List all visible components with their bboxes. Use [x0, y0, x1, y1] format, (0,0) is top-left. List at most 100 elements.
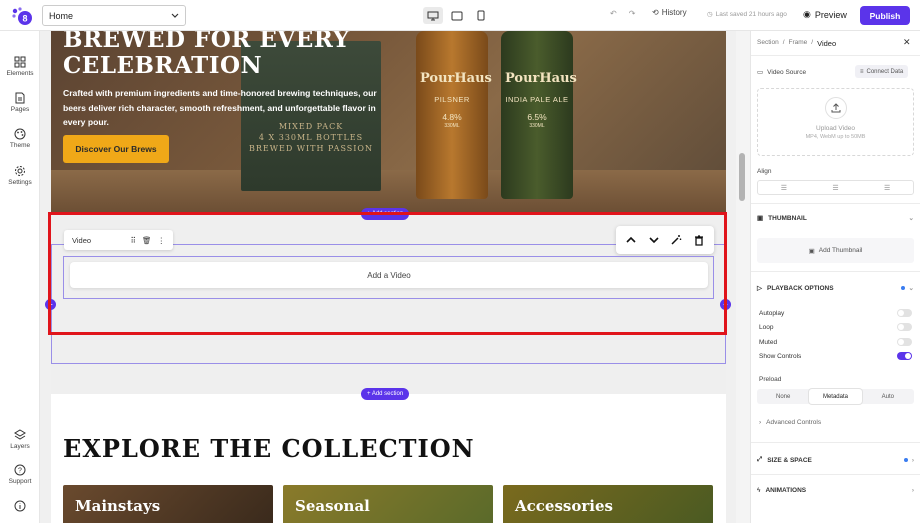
explore-title[interactable]: EXPLORE THE COLLECTION: [63, 434, 475, 463]
preload-auto[interactable]: Auto: [862, 389, 914, 404]
rail-elements[interactable]: Elements: [0, 56, 40, 77]
upload-video-dropzone[interactable]: Upload Video MP4, WebM up to 50MB: [757, 88, 914, 156]
playback-section-header[interactable]: ▷ PLAYBACK OPTIONS ⌄: [757, 284, 914, 293]
explore-section[interactable]: EXPLORE THE COLLECTION Mainstays Seasona…: [51, 394, 726, 523]
rail-settings[interactable]: Settings: [0, 165, 40, 186]
close-icon[interactable]: ✕: [903, 37, 911, 48]
autoplay-label: Autoplay: [759, 309, 785, 317]
rail-elements-label: Elements: [6, 70, 34, 77]
align-center-icon[interactable]: ☰: [810, 181, 862, 194]
size-space-section-header[interactable]: ⤢ SIZE & SPACE ›: [757, 456, 914, 464]
bottle-label: PourHaus PILSNER 4.8% 330ML: [420, 71, 492, 129]
redo-icon[interactable]: ↷: [629, 9, 636, 18]
breadcrumb-section[interactable]: Section: [757, 39, 779, 48]
collection-card-mainstays[interactable]: Mainstays: [63, 485, 273, 523]
preload-label: Preload: [759, 376, 782, 383]
bottle-volume: 330ML: [529, 123, 545, 129]
lightning-icon: ϟ: [757, 487, 761, 494]
modified-dot: [900, 286, 905, 290]
align-right-icon[interactable]: ☰: [861, 181, 913, 194]
rail-pages[interactable]: Pages: [0, 92, 40, 113]
show-controls-toggle[interactable]: [897, 352, 912, 360]
play-icon: ▷: [757, 285, 762, 292]
desktop-icon: [427, 11, 439, 20]
preview-label: Preview: [814, 9, 847, 20]
scrollbar-thumb[interactable]: [739, 153, 745, 201]
page-select[interactable]: Home: [42, 5, 186, 26]
rail-layers-label: Layers: [10, 443, 30, 450]
history-icon: ⟲: [652, 8, 659, 17]
discover-button[interactable]: Discover Our Brews: [63, 135, 169, 163]
connect-data-button[interactable]: ≡ Connect Data: [855, 65, 909, 78]
card-label: Seasonal: [295, 497, 370, 515]
loop-toggle[interactable]: [897, 323, 912, 331]
autoplay-row: Autoplay: [759, 309, 912, 317]
hero-subtitle[interactable]: Crafted with premium ingredients and tim…: [63, 86, 393, 130]
collection-card-seasonal[interactable]: Seasonal: [283, 485, 493, 523]
rail-pages-label: Pages: [10, 106, 30, 113]
selection-highlight: [48, 212, 727, 335]
publish-button[interactable]: Publish: [860, 6, 910, 25]
show-controls-label: Show Controls: [759, 352, 802, 360]
rail-layers[interactable]: Layers: [0, 429, 40, 450]
rail-theme[interactable]: Theme: [0, 128, 40, 149]
rail-settings-label: Settings: [8, 179, 32, 186]
animations-section-header[interactable]: ϟ ANIMATIONS ›: [757, 487, 914, 494]
chevron-down-icon: [171, 11, 179, 21]
bottle-abv: 6.5%: [527, 112, 547, 122]
preload-none[interactable]: None: [757, 389, 809, 404]
thumbnail-label: THUMBNAIL: [768, 214, 807, 222]
breadcrumb-frame[interactable]: Frame: [789, 39, 808, 48]
rail-support[interactable]: ? Support: [0, 464, 40, 485]
thumbnail-section-header[interactable]: ▣ THUMBNAIL ⌄: [757, 214, 914, 223]
muted-label: Muted: [759, 338, 778, 346]
bottle-abv: 4.8%: [442, 112, 462, 122]
layers-icon: [14, 429, 26, 440]
app-logo-icon[interactable]: 8: [10, 6, 34, 26]
tablet-view-button[interactable]: [447, 7, 467, 24]
muted-toggle[interactable]: [897, 338, 912, 346]
bottle-label: PourHaus INDIA PALE ALE 6.5% 330ML: [505, 71, 577, 129]
mobile-view-button[interactable]: [471, 7, 491, 24]
eye-icon: ◉: [803, 9, 811, 19]
align-left-icon[interactable]: ☰: [758, 181, 810, 194]
align-control: ☰ ☰ ☰: [757, 180, 914, 195]
animations-label: ANIMATIONS: [765, 487, 807, 494]
undo-redo: ↶ ↷: [610, 9, 635, 18]
preview-button[interactable]: ◉ Preview: [803, 9, 847, 20]
desktop-view-button[interactable]: [423, 7, 443, 24]
rail-theme-label: Theme: [9, 142, 31, 149]
tablet-icon: [451, 11, 463, 20]
rail-info[interactable]: [0, 500, 40, 514]
bottle-style: INDIA PALE ALE: [505, 95, 569, 104]
help-icon: ?: [14, 464, 26, 476]
upload-icon: [824, 97, 847, 119]
add-section-button[interactable]: + Add section: [361, 388, 410, 400]
bottle-brand: PourHaus: [505, 71, 577, 86]
history-button[interactable]: ⟲ History: [652, 8, 687, 17]
connect-data-label: Connect Data: [866, 68, 904, 75]
advanced-controls-toggle[interactable]: › Advanced Controls: [759, 419, 821, 426]
chevron-down-icon: ⌄: [908, 215, 914, 222]
gear-icon: [15, 166, 25, 176]
preload-metadata[interactable]: Metadata: [809, 389, 862, 404]
bottle-style: PILSNER: [434, 95, 470, 104]
add-thumbnail-button[interactable]: ▣ Add Thumbnail: [757, 238, 914, 263]
page-icon: [15, 92, 25, 104]
autoplay-toggle[interactable]: [897, 309, 912, 317]
bottle-volume: 330ML: [444, 123, 460, 129]
left-rail: Elements Pages Theme Settings Layers ? S…: [0, 31, 40, 523]
card-label: Mainstays: [75, 497, 161, 515]
hero-section[interactable]: MIXED PACK 4 X 330ML BOTTLES BREWED WITH…: [51, 31, 726, 214]
collection-card-accessories[interactable]: Accessories: [503, 485, 713, 523]
bottle-ipa: PourHaus INDIA PALE ALE 6.5% 330ML: [501, 31, 577, 199]
svg-text:8: 8: [22, 14, 27, 24]
breadcrumb-separator: /: [811, 39, 814, 46]
size-space-label: SIZE & SPACE: [767, 456, 812, 464]
canvas-scrollbar[interactable]: [736, 31, 750, 523]
hero-title[interactable]: BREWED FOR EVERY CELEBRATION: [63, 31, 403, 79]
properties-panel: Section / Frame / Video ✕ ▭ Video Source…: [750, 31, 920, 523]
page-select-value: Home: [49, 10, 74, 21]
loop-row: Loop: [759, 323, 912, 331]
undo-icon[interactable]: ↶: [610, 9, 617, 18]
